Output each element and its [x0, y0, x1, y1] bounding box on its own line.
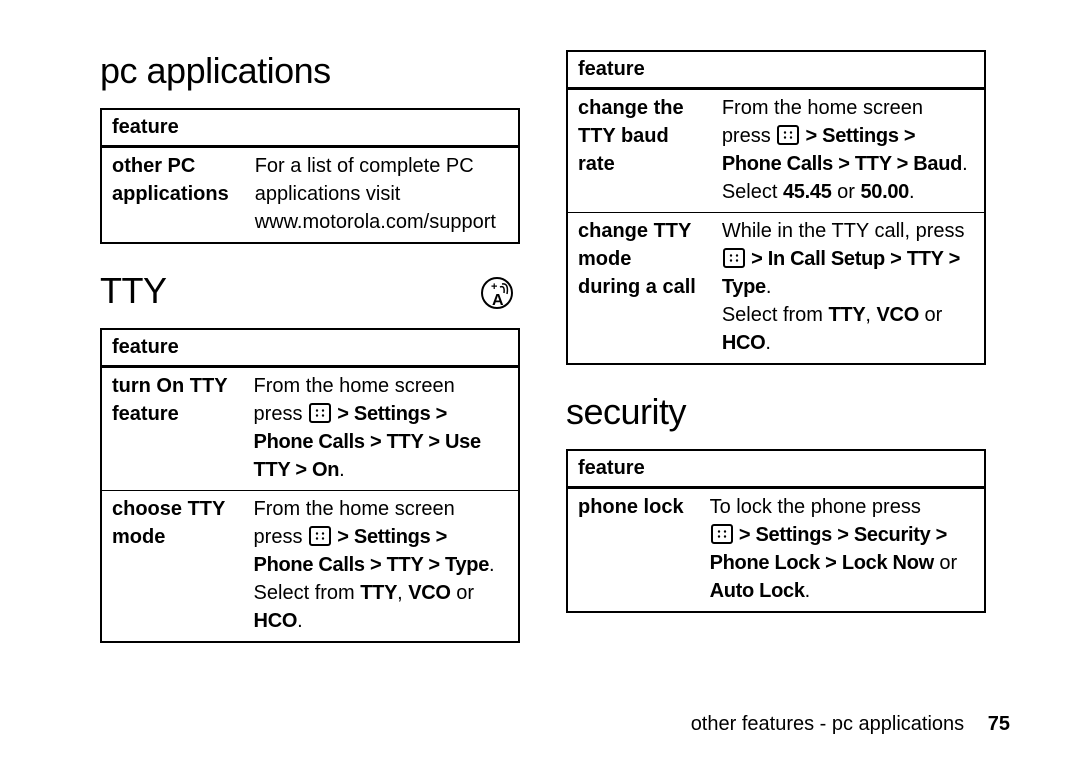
menu-key-icon: [309, 403, 331, 423]
heading-tty: TTY: [100, 270, 167, 312]
table-header: feature: [567, 51, 985, 89]
feature-name: change the TTY baud rate: [567, 89, 712, 213]
pc-apps-table: feature other PC applications For a list…: [100, 108, 520, 244]
feature-desc: From the home screen press > Settings > …: [712, 89, 985, 213]
menu-key-icon: [309, 526, 331, 546]
feature-desc: From the home screen press > Settings > …: [244, 491, 519, 643]
page: pc applications feature other PC applica…: [0, 0, 1080, 643]
svg-text:A: A: [492, 292, 504, 309]
tty-heading-row: TTY + A: [100, 270, 520, 328]
feature-name: change TTY mode during a call: [567, 213, 712, 365]
feature-name: phone lock: [567, 488, 700, 613]
feature-name: turn On TTY feature: [101, 367, 244, 491]
menu-key-icon: [777, 125, 799, 145]
table-row: change the TTY baud rate From the home s…: [567, 89, 985, 213]
table-row: turn On TTY feature From the home screen…: [101, 367, 519, 491]
left-column: pc applications feature other PC applica…: [100, 50, 520, 643]
table-row: other PC applications For a list of comp…: [101, 147, 519, 244]
heading-security: security: [566, 391, 986, 433]
table-header: feature: [101, 109, 519, 147]
network-dependent-icon: + A: [480, 276, 514, 310]
heading-pc-applications: pc applications: [100, 50, 520, 92]
menu-key-icon: [723, 248, 745, 268]
page-number: 75: [988, 713, 1010, 735]
feature-name: other PC applications: [101, 147, 245, 244]
feature-desc: From the home screen press > Settings > …: [244, 367, 519, 491]
table-row: phone lock To lock the phone press > Set…: [567, 488, 985, 613]
security-table: feature phone lock To lock the phone pre…: [566, 449, 986, 613]
footer-text: other features - pc applications: [691, 713, 965, 735]
table-header: feature: [101, 329, 519, 367]
table-row: choose TTY mode From the home screen pre…: [101, 491, 519, 643]
page-footer: other features - pc applications 75: [691, 713, 1010, 736]
feature-desc: While in the TTY call, press > In Call S…: [712, 213, 985, 365]
table-header: feature: [567, 450, 985, 488]
feature-name: choose TTY mode: [101, 491, 244, 643]
menu-key-icon: [711, 524, 733, 544]
tty-table-2: feature change the TTY baud rate From th…: [566, 50, 986, 365]
right-column: feature change the TTY baud rate From th…: [566, 50, 986, 643]
tty-table-1: feature turn On TTY feature From the hom…: [100, 328, 520, 643]
feature-desc: To lock the phone press > Settings > Sec…: [700, 488, 985, 613]
feature-desc: For a list of complete PC applications v…: [245, 147, 519, 244]
table-row: change TTY mode during a call While in t…: [567, 213, 985, 365]
